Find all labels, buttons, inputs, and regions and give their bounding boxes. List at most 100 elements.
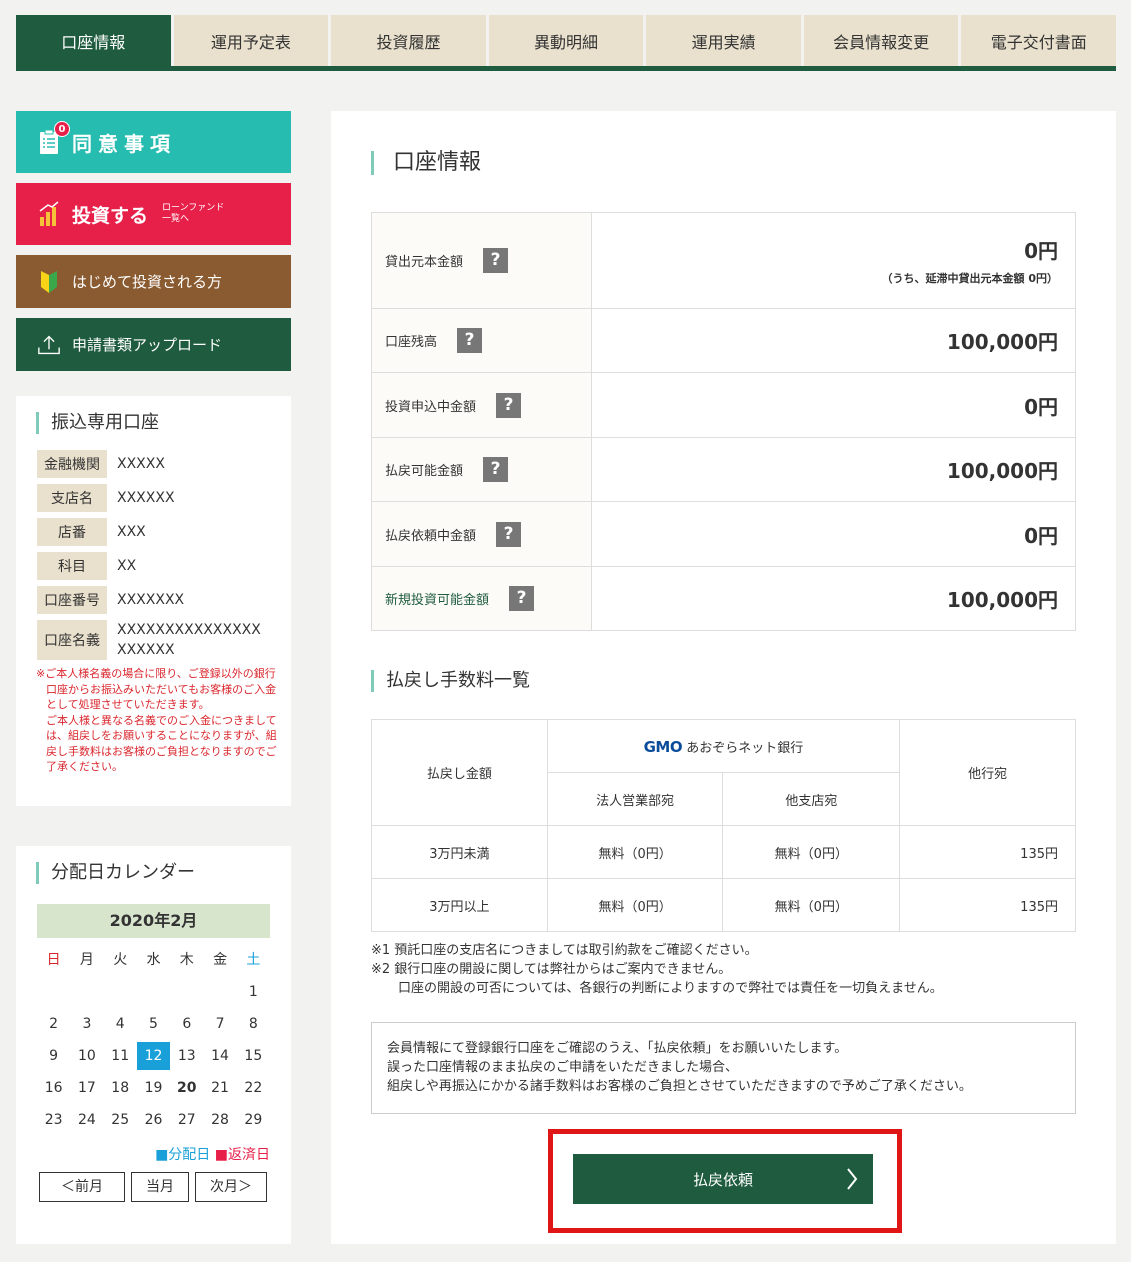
- first-time-button[interactable]: はじめて投資される方: [16, 255, 291, 308]
- calendar-weekday: 水: [146, 952, 161, 968]
- bank-label: 店番: [37, 518, 107, 546]
- calendar-weekday: 木: [179, 952, 194, 968]
- fee-list-title: 払戻し手数料一覧: [371, 670, 530, 692]
- calendar-day: 4: [115, 1016, 125, 1032]
- transfer-account-panel: 振込専用口座 金融機関 XXXXX 支店名 XXXXXX 店番 XXX 科目 X…: [16, 396, 291, 806]
- table-row: 3万円以上 無料（0円） 無料（0円） 135円: [371, 878, 1076, 932]
- fee-notes: ※1 預託口座の支店名につきましては取引約款をご確認ください。 ※2 銀行口座の…: [371, 941, 943, 998]
- help-icon[interactable]: ?: [457, 328, 483, 353]
- tab-performance[interactable]: 運用実績: [646, 15, 801, 66]
- fee-cell: 3万円以上: [371, 878, 548, 932]
- calendar-panel: 分配日カレンダー 2020年2月 日月火水木金土 1 2 3 4 5 6 7 8 9 10 11 12 1…: [16, 846, 291, 1244]
- info-label: 貸出元本金額?: [371, 212, 592, 309]
- gmo-logo: GMO: [643, 737, 683, 756]
- calendar-day: 11: [111, 1048, 130, 1064]
- table-row: 貸出元本金額? 0円 （うち、延滞中貸出元本金額 0円）: [371, 212, 1076, 309]
- calendar-day: 28: [211, 1112, 229, 1128]
- table-row: 3万円未満 無料（0円） 無料（0円） 135円: [371, 825, 1076, 879]
- tab-account-info[interactable]: 口座情報: [16, 15, 171, 66]
- calendar-day: 5: [149, 1016, 158, 1032]
- fee-table: 払戻し金額 GMO あおぞらネット銀行 他行宛 法人営業部宛 他支店宛 3万円未…: [371, 719, 1076, 932]
- invest-label: 投資する: [72, 204, 149, 227]
- calendar-weekday: 火: [113, 952, 128, 968]
- bank-row: 口座番号 XXXXXXX: [37, 586, 291, 614]
- tab-transaction-details[interactable]: 異動明細: [488, 15, 644, 66]
- calendar-day: 12: [136, 1042, 171, 1070]
- calendar-empty: [70, 978, 103, 1006]
- bank-row: 科目 XX: [37, 552, 291, 580]
- tab-schedule[interactable]: 運用予定表: [173, 15, 329, 66]
- calendar-day: 7: [215, 1016, 225, 1032]
- bank-label: 金融機関: [37, 450, 107, 478]
- bar-chart-icon: [38, 201, 60, 227]
- fee-cell: 無料（0円）: [722, 878, 901, 932]
- help-icon[interactable]: ?: [496, 521, 522, 547]
- calendar-weekday: 日: [46, 952, 61, 968]
- withdrawal-request-label: 払戻依頼: [692, 1170, 753, 1189]
- bank-value: XXXXXXXXXXXXXXXXXXXXX: [117, 622, 261, 658]
- calendar-empty: [37, 978, 70, 1006]
- current-month-button[interactable]: 当月: [131, 1172, 189, 1202]
- help-icon[interactable]: ?: [496, 392, 522, 418]
- info-label: 払戻依頼中金額?: [371, 501, 592, 567]
- bank-value: XXX: [117, 524, 146, 540]
- calendar-day: 25: [111, 1112, 130, 1128]
- note-line: ※2 銀行口座の開設に関しては弊社からはご案内できません。: [371, 962, 732, 977]
- bank-row: 支店名 XXXXXX: [37, 484, 291, 512]
- beginner-mark-icon: [38, 269, 60, 295]
- withdrawal-request-button[interactable]: 払戻依頼: [573, 1154, 873, 1204]
- note-line: 口座の開設の可否については、各銀行の判断によりますので弊社では責任を一切負えませ…: [398, 981, 943, 996]
- calendar-day: 22: [244, 1080, 263, 1096]
- calendar-day: 14: [211, 1048, 229, 1064]
- clipboard-icon: 0: [38, 121, 70, 155]
- info-label: 投資申込中金額?: [371, 372, 592, 438]
- fee-header-branch: 他支店宛: [722, 772, 901, 826]
- calendar-empty: [203, 978, 236, 1006]
- bank-label: 科目: [37, 552, 107, 580]
- calendar-day: 23: [44, 1112, 63, 1128]
- fee-header-bank: GMO あおぞらネット銀行: [546, 719, 901, 773]
- tab-investment-history[interactable]: 投資履歴: [331, 15, 486, 66]
- bank-value: XXXXX: [117, 456, 165, 472]
- calendar-day: 27: [177, 1112, 196, 1128]
- notice-line: 会員情報にて登録銀行口座をご確認のうえ、「払戻依頼」をお願いいたします。: [387, 1041, 848, 1056]
- calendar-day: 24: [78, 1112, 96, 1128]
- help-icon[interactable]: ?: [483, 248, 509, 273]
- tab-member-info[interactable]: 会員情報変更: [803, 15, 959, 66]
- calendar-day: 3: [82, 1016, 92, 1032]
- calendar-title: 分配日カレンダー: [36, 862, 291, 884]
- calendar-weekday: 土: [246, 952, 261, 968]
- prev-month-button[interactable]: ＜前月: [39, 1172, 125, 1202]
- help-icon[interactable]: ?: [483, 457, 509, 482]
- calendar-day: 18: [111, 1080, 130, 1096]
- upload-button[interactable]: 申請書類アップロード: [16, 318, 291, 371]
- calendar-empty: [170, 978, 203, 1006]
- bank-label: 口座名義: [37, 620, 107, 660]
- calendar-weekday: 金: [213, 952, 228, 968]
- info-value: 100,000円: [591, 308, 1076, 373]
- info-value: 100,000円: [591, 437, 1076, 502]
- agreement-button[interactable]: 0 同意事項: [16, 111, 291, 173]
- legend-distribution: ■分配日: [155, 1147, 211, 1163]
- fee-header-corp: 法人営業部宛: [546, 772, 724, 826]
- chevron-right-icon: [845, 1167, 859, 1195]
- account-info-table: 貸出元本金額? 0円 （うち、延滞中貸出元本金額 0円） 口座残高? 100,00…: [371, 212, 1076, 631]
- calendar-day: 26: [144, 1112, 163, 1128]
- table-row: 投資申込中金額? 0円: [371, 372, 1076, 438]
- calendar-grid: 日月火水木金土 1 2 3 4 5 6 7 8 9 10 11 12 13 14 15 16 17 18 19 20 21…: [37, 946, 270, 1134]
- help-icon[interactable]: ?: [509, 586, 535, 611]
- fee-cell: 無料（0円）: [546, 878, 724, 932]
- calendar-nav: ＜前月 当月 次月＞: [39, 1172, 267, 1202]
- calendar-legend: ■分配日 ■返済日: [16, 1144, 270, 1164]
- note-line: ※1 預託口座の支店名につきましては取引約款をご確認ください。: [371, 943, 758, 958]
- next-month-button[interactable]: 次月＞: [195, 1172, 267, 1202]
- fee-cell: 3万円未満: [371, 825, 548, 879]
- fee-header-amount: 払戻し金額: [371, 719, 548, 826]
- invest-button[interactable]: 投資する ローンファンド 一覧へ: [16, 183, 291, 245]
- tab-electronic-documents[interactable]: 電子交付書面: [961, 15, 1117, 66]
- fee-header-other: 他行宛: [899, 719, 1076, 826]
- info-value: 0円: [591, 372, 1076, 438]
- calendar-day: 17: [78, 1080, 96, 1096]
- bank-row: 店番 XXX: [37, 518, 291, 546]
- calendar-day: 6: [182, 1016, 192, 1032]
